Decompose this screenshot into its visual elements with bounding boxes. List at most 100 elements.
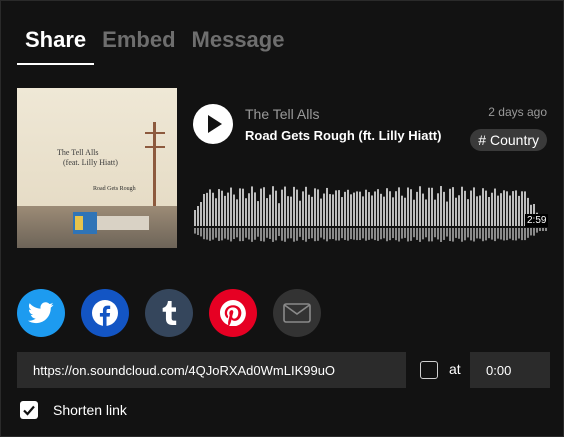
waveform-bar: [263, 187, 265, 226]
waveform-bar: [350, 194, 352, 226]
waveform-reflection: [383, 228, 385, 239]
tumblr-share-button[interactable]: [145, 289, 193, 337]
waveform-bar: [227, 192, 229, 226]
waveform-reflection: [341, 228, 343, 239]
waveform-reflection: [359, 228, 361, 241]
waveform-bar: [233, 194, 235, 226]
artwork-title-line1: The Tell Alls: [57, 148, 99, 157]
waveform-bar: [431, 187, 433, 226]
waveform-bar: [323, 193, 325, 226]
waveform-bar: [359, 191, 361, 226]
waveform-bar: [416, 191, 418, 226]
waveform-bar: [314, 188, 316, 226]
waveform[interactable]: [194, 186, 550, 246]
waveform-bar: [455, 197, 457, 226]
pinterest-share-button[interactable]: [209, 289, 257, 337]
waveform-bar: [290, 196, 292, 226]
waveform-bar: [320, 198, 322, 226]
waveform-bar: [200, 202, 202, 226]
waveform-reflection: [449, 228, 451, 242]
waveform-bar: [398, 187, 400, 226]
track-artist[interactable]: The Tell Alls: [245, 106, 319, 122]
waveform-bar: [392, 197, 394, 226]
waveform-bar: [521, 191, 523, 226]
waveform-reflection: [431, 228, 433, 242]
waveform-reflection: [497, 228, 499, 239]
waveform-reflection: [404, 228, 406, 238]
waveform-bar: [251, 186, 253, 226]
posted-time: 2 days ago: [488, 105, 547, 119]
waveform-bar: [365, 189, 367, 226]
waveform-bar: [296, 189, 298, 226]
waveform-reflection: [368, 228, 370, 240]
waveform-reflection: [416, 228, 418, 240]
waveform-reflection: [251, 228, 253, 242]
waveform-reflection: [329, 228, 331, 240]
waveform-reflection: [227, 228, 229, 240]
start-time-input[interactable]: [470, 352, 550, 388]
waveform-reflection: [344, 228, 346, 240]
waveform-reflection: [389, 228, 391, 241]
waveform-reflection: [479, 228, 481, 239]
waveform-reflection: [461, 228, 463, 242]
waveform-reflection: [200, 228, 202, 237]
share-url-input[interactable]: [17, 352, 406, 388]
waveform-reflection: [287, 228, 289, 239]
waveform-reflection: [212, 228, 214, 240]
waveform-bar: [257, 201, 259, 226]
waveform-bar: [308, 194, 310, 226]
artwork-crossbar: [145, 132, 165, 134]
start-at-checkbox[interactable]: [420, 361, 438, 379]
waveform-reflection: [293, 228, 295, 242]
artwork-title: The Tell Alls (feat. Lilly Hiatt): [57, 148, 118, 168]
play-icon: [208, 115, 222, 133]
email-share-button[interactable]: [273, 289, 321, 337]
facebook-icon: [92, 300, 118, 326]
start-at-label: at: [449, 361, 461, 377]
waveform-bar: [461, 186, 463, 226]
waveform-bar: [371, 195, 373, 226]
waveform-reflection: [350, 228, 352, 240]
waveform-reflection: [470, 228, 472, 241]
waveform-bar: [419, 186, 421, 226]
waveform-bar: [275, 190, 277, 226]
genre-tag[interactable]: # Country: [470, 129, 547, 151]
waveform-reflection: [326, 228, 328, 242]
play-button[interactable]: [193, 104, 233, 144]
waveform-reflection: [269, 228, 271, 239]
waveform-reflection: [281, 228, 283, 241]
tab-share[interactable]: Share: [17, 27, 95, 65]
waveform-reflection: [494, 228, 496, 242]
waveform-reflection: [338, 228, 340, 241]
waveform-reflection: [386, 228, 388, 242]
waveform-reflection: [398, 228, 400, 242]
waveform-bar: [452, 187, 454, 226]
waveform-bar: [443, 191, 445, 226]
waveform-bar: [203, 193, 205, 226]
waveform-reflection: [545, 228, 547, 231]
waveform-bar: [485, 190, 487, 226]
facebook-share-button[interactable]: [81, 289, 129, 337]
waveform-reflection: [260, 228, 262, 242]
tab-embed[interactable]: Embed: [94, 27, 183, 65]
waveform-bar: [236, 199, 238, 226]
waveform-bar: [470, 190, 472, 226]
shorten-link-checkbox[interactable]: [20, 401, 38, 419]
waveform-bar: [383, 196, 385, 226]
tab-message[interactable]: Message: [184, 27, 293, 65]
waveform-bar: [197, 206, 199, 226]
waveform-reflection: [299, 228, 301, 237]
waveform-bar: [305, 186, 307, 226]
waveform-bar: [215, 198, 217, 226]
track-title[interactable]: Road Gets Rough (ft. Lilly Hiatt): [245, 126, 445, 146]
waveform-reflection: [539, 228, 541, 231]
waveform-bar: [449, 188, 451, 226]
waveform-bar: [260, 188, 262, 226]
waveform-reflection: [320, 228, 322, 238]
waveform-bar: [458, 195, 460, 226]
waveform-reflection: [302, 228, 304, 241]
twitter-share-button[interactable]: [17, 289, 65, 337]
waveform-reflection: [305, 228, 307, 242]
tab-bar: Share Embed Message: [17, 27, 292, 65]
waveform-bar: [302, 191, 304, 226]
